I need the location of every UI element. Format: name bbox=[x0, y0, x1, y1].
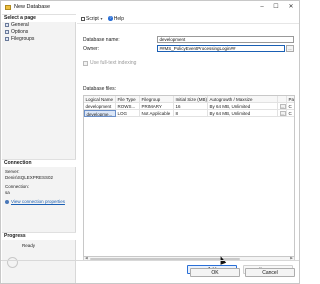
server-value: Denis\SQLEXPRESS02 bbox=[5, 175, 54, 180]
script-icon bbox=[81, 16, 85, 21]
help-icon: ? bbox=[108, 16, 113, 21]
right-pane: Script ▼ ? Help Database name: developme… bbox=[77, 14, 299, 283]
col-autogrowth[interactable]: Autogrowth / Maxsize bbox=[208, 96, 278, 103]
table-row[interactable]: developme... LOG Not Applicable 8 By 64 … bbox=[84, 110, 294, 117]
autogrowth-browse-button[interactable]: ... bbox=[279, 110, 286, 116]
page-options[interactable]: Options bbox=[5, 29, 28, 35]
database-name-input[interactable]: development bbox=[157, 36, 294, 43]
cell-autogrowth: By 64 MB, Unlimited bbox=[208, 103, 278, 110]
left-pane: Select a page General Options Filegroups… bbox=[2, 14, 76, 283]
cell-filegroup[interactable]: Not Applicable bbox=[140, 110, 174, 117]
view-connection-properties[interactable]: View connection properties bbox=[5, 199, 65, 205]
table-row[interactable]: development ROWS... PRIMARY 16 By 64 MB,… bbox=[84, 103, 294, 110]
ok-button[interactable]: OK bbox=[190, 268, 240, 277]
database-name-label: Database name: bbox=[83, 37, 120, 43]
cell-file-type[interactable]: LOG bbox=[116, 110, 140, 117]
script-button[interactable]: Script ▼ bbox=[81, 16, 103, 22]
view-connection-properties-link[interactable]: View connection properties bbox=[11, 199, 65, 204]
col-file-type[interactable]: File Type bbox=[116, 96, 140, 103]
select-page-header: Select a page bbox=[2, 14, 76, 22]
database-files-grid: Logical Name File Type Filegroup Initial… bbox=[83, 95, 295, 257]
connection-value: sa bbox=[5, 190, 10, 195]
grid-header-row: Logical Name File Type Filegroup Initial… bbox=[84, 96, 294, 103]
cell-autogrowth-button-wrap: ... bbox=[278, 103, 287, 110]
help-label: Help bbox=[113, 15, 125, 22]
progress-status: Ready bbox=[22, 243, 36, 248]
col-filegroup[interactable]: Filegroup bbox=[140, 96, 174, 103]
owner-browse-button[interactable]: ... bbox=[286, 45, 294, 52]
cell-logical-name[interactable]: developme... bbox=[84, 110, 116, 117]
page-filegroups[interactable]: Filegroups bbox=[5, 36, 34, 42]
col-path[interactable]: Pa bbox=[287, 96, 294, 103]
fulltext-checkbox[interactable] bbox=[83, 60, 88, 66]
cell-path[interactable]: C bbox=[287, 103, 294, 110]
page-general-label: General bbox=[11, 22, 29, 28]
window-title: New Database bbox=[14, 4, 51, 10]
cancel-button[interactable]: Cancel bbox=[245, 268, 295, 277]
connection-header: Connection bbox=[2, 159, 76, 167]
autogrowth-browse-button[interactable]: ... bbox=[279, 103, 286, 109]
chevron-down-icon: ▼ bbox=[99, 16, 104, 21]
cell-file-type[interactable]: ROWS... bbox=[116, 103, 140, 110]
cell-initial-size[interactable]: 16 bbox=[174, 103, 208, 110]
fulltext-label: Use full-text indexing bbox=[90, 60, 137, 66]
database-icon bbox=[5, 5, 11, 10]
cell-path[interactable]: C bbox=[287, 110, 294, 117]
col-autogrowth-button bbox=[278, 96, 287, 103]
toolbar: Script ▼ ? Help bbox=[77, 14, 299, 24]
progress-header: Progress bbox=[2, 232, 76, 240]
connection-icon bbox=[5, 199, 9, 204]
title-bar: New Database – ☐ ✕ bbox=[1, 1, 299, 14]
script-label: Script bbox=[86, 15, 99, 22]
footer-divider bbox=[1, 260, 299, 261]
cell-initial-size[interactable]: 8 bbox=[174, 110, 208, 117]
new-database-window: New Database – ☐ ✕ Select a page General… bbox=[0, 0, 300, 284]
database-files-label: Database files: bbox=[83, 86, 117, 92]
close-button[interactable]: ✕ bbox=[286, 3, 296, 12]
maximize-button[interactable]: ☐ bbox=[271, 3, 281, 12]
page-icon bbox=[5, 30, 9, 34]
cell-autogrowth-button-wrap: ... bbox=[278, 110, 287, 117]
owner-label: Owner: bbox=[83, 46, 100, 52]
minimize-button[interactable]: – bbox=[257, 3, 267, 12]
cell-autogrowth: By 64 MB, Unlimited bbox=[208, 110, 278, 117]
cell-logical-name[interactable]: development bbox=[84, 103, 116, 110]
col-logical-name[interactable]: Logical Name bbox=[84, 96, 116, 103]
page-icon bbox=[5, 37, 9, 41]
cell-filegroup[interactable]: PRIMARY bbox=[140, 103, 174, 110]
page-filegroups-label: Filegroups bbox=[11, 36, 35, 42]
page-general[interactable]: General bbox=[5, 22, 29, 28]
col-initial-size[interactable]: Initial Size (MB) bbox=[174, 96, 208, 103]
owner-input[interactable]: ##MS_PolicyEventProcessingLogin## bbox=[157, 45, 285, 52]
help-button[interactable]: ? Help bbox=[108, 16, 124, 22]
page-options-label: Options bbox=[11, 29, 29, 35]
fulltext-checkbox-row[interactable]: Use full-text indexing bbox=[83, 60, 136, 66]
progress-spinner-icon bbox=[7, 257, 18, 268]
page-icon bbox=[5, 23, 9, 27]
